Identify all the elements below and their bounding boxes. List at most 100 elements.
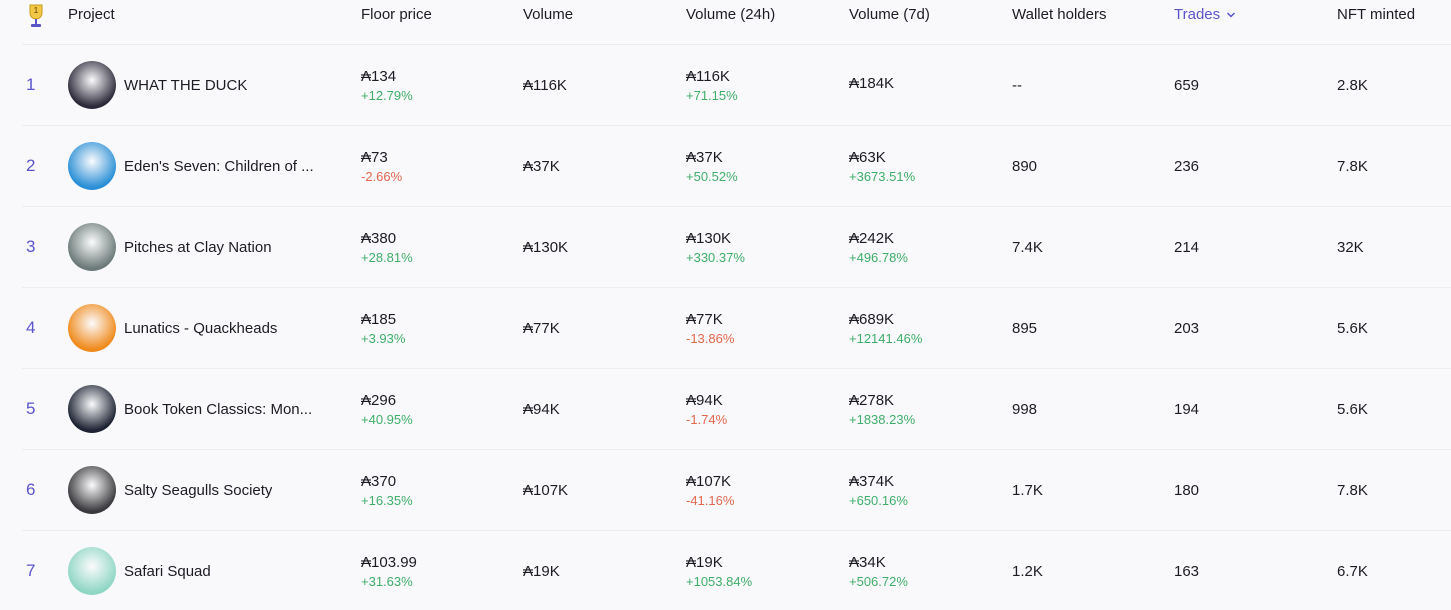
volume-24h-cell: ₳107K -41.16% bbox=[686, 450, 826, 530]
floor-price-cell: ₳73 -2.66% bbox=[361, 126, 501, 206]
header-wallet-holders-label: Wallet holders bbox=[1012, 6, 1107, 23]
nft-rankings-table: 1 Project Floor price Volume Volume (24h… bbox=[0, 0, 1451, 610]
project-name[interactable]: Book Token Classics: Mon... bbox=[124, 401, 312, 418]
project-avatar bbox=[68, 466, 116, 514]
volume-24h-value: ₳107K bbox=[686, 472, 732, 490]
volume-7d-change: +1838.23% bbox=[849, 411, 916, 427]
table-row[interactable]: 3 Pitches at Clay Nation ₳380 +28.81% ₳1… bbox=[22, 206, 1451, 287]
volume-24h-value: ₳116K bbox=[686, 67, 730, 85]
volume-value: ₳94K bbox=[523, 400, 560, 418]
floor-price-change: +31.63% bbox=[361, 573, 413, 589]
volume-value: ₳77K bbox=[523, 319, 560, 337]
volume-7d-change: +3673.51% bbox=[849, 168, 916, 184]
table-row[interactable]: 6 Salty Seagulls Society ₳370 +16.35% ₳1… bbox=[22, 449, 1451, 530]
volume-7d-value: ₳374K bbox=[849, 472, 895, 490]
volume-24h-cell: ₳130K +330.37% bbox=[686, 207, 826, 287]
project-name[interactable]: Salty Seagulls Society bbox=[124, 482, 272, 499]
nft-minted-value: 5.6K bbox=[1337, 400, 1368, 418]
floor-price-cell: ₳296 +40.95% bbox=[361, 369, 501, 449]
wallet-holders-value: 7.4K bbox=[1012, 238, 1043, 256]
project-cell[interactable]: WHAT THE DUCK bbox=[68, 45, 338, 125]
project-cell[interactable]: Lunatics - Quackheads bbox=[68, 288, 338, 368]
project-name[interactable]: Pitches at Clay Nation bbox=[124, 239, 272, 256]
floor-price-change: -2.66% bbox=[361, 168, 403, 184]
volume-7d-change: +650.16% bbox=[849, 492, 908, 508]
header-project[interactable]: Project bbox=[68, 6, 338, 23]
volume-24h-cell: ₳116K +71.15% bbox=[686, 45, 826, 125]
volume-24h-cell: ₳37K +50.52% bbox=[686, 126, 826, 206]
trophy-icon: 1 bbox=[29, 4, 43, 27]
floor-price-cell: ₳370 +16.35% bbox=[361, 450, 501, 530]
rank-number: 6 bbox=[26, 480, 36, 499]
volume-24h-change: -13.86% bbox=[686, 330, 735, 346]
header-volume-7d[interactable]: Volume (7d) bbox=[849, 6, 989, 23]
table-row[interactable]: 4 Lunatics - Quackheads ₳185 +3.93% ₳77K… bbox=[22, 287, 1451, 368]
project-name[interactable]: Eden's Seven: Children of ... bbox=[124, 158, 314, 175]
project-cell[interactable]: Book Token Classics: Mon... bbox=[68, 369, 338, 449]
project-cell[interactable]: Salty Seagulls Society bbox=[68, 450, 338, 530]
volume-7d-value: ₳63K bbox=[849, 148, 886, 166]
volume-7d-cell: ₳34K +506.72% bbox=[849, 531, 989, 610]
project-name[interactable]: Lunatics - Quackheads bbox=[124, 320, 277, 337]
header-project-label: Project bbox=[68, 6, 115, 23]
header-wallet-holders[interactable]: Wallet holders bbox=[1012, 6, 1152, 23]
rank-number: 7 bbox=[26, 561, 36, 580]
volume-7d-cell: ₳242K +496.78% bbox=[849, 207, 989, 287]
volume-24h-cell: ₳77K -13.86% bbox=[686, 288, 826, 368]
table-row[interactable]: 7 Safari Squad ₳103.99 +31.63% ₳19K ₳19K… bbox=[22, 530, 1451, 610]
volume-7d-value: ₳184K bbox=[849, 75, 895, 92]
volume-7d-change: +12141.46% bbox=[849, 330, 923, 346]
volume-7d-cell: ₳374K +650.16% bbox=[849, 450, 989, 530]
volume-7d-change: +506.72% bbox=[849, 573, 908, 589]
project-cell[interactable]: Safari Squad bbox=[68, 531, 338, 610]
header-floor-price[interactable]: Floor price bbox=[361, 6, 501, 23]
floor-price-change: +28.81% bbox=[361, 249, 413, 265]
floor-price-value: ₳73 bbox=[361, 148, 388, 166]
volume-value: ₳19K bbox=[523, 562, 560, 580]
floor-price-value: ₳370 bbox=[361, 472, 397, 490]
wallet-holders-value: 1.7K bbox=[1012, 481, 1043, 499]
project-name[interactable]: Safari Squad bbox=[124, 563, 211, 580]
floor-price-cell: ₳103.99 +31.63% bbox=[361, 531, 501, 610]
volume-value: ₳130K bbox=[523, 238, 569, 256]
volume-24h-value: ₳130K bbox=[686, 229, 732, 247]
floor-price-value: ₳134 bbox=[361, 67, 397, 85]
trades-value: 180 bbox=[1174, 481, 1200, 499]
chevron-down-icon bbox=[1227, 11, 1236, 18]
header-floor-price-label: Floor price bbox=[361, 6, 432, 23]
table-row[interactable]: 5 Book Token Classics: Mon... ₳296 +40.9… bbox=[22, 368, 1451, 449]
volume-7d-cell: ₳278K +1838.23% bbox=[849, 369, 989, 449]
volume-value: ₳37K bbox=[523, 157, 560, 175]
volume-24h-cell: ₳19K +1053.84% bbox=[686, 531, 826, 610]
volume-24h-value: ₳94K bbox=[686, 391, 723, 409]
floor-price-value: ₳380 bbox=[361, 229, 397, 247]
project-avatar bbox=[68, 223, 116, 271]
floor-price-change: +40.95% bbox=[361, 411, 413, 427]
header-trades[interactable]: Trades bbox=[1174, 6, 1314, 23]
floor-price-cell: ₳380 +28.81% bbox=[361, 207, 501, 287]
project-name[interactable]: WHAT THE DUCK bbox=[124, 77, 247, 94]
project-cell[interactable]: Eden's Seven: Children of ... bbox=[68, 126, 338, 206]
project-avatar bbox=[68, 304, 116, 352]
volume-7d-cell: ₳184K bbox=[849, 45, 989, 125]
header-nft-minted[interactable]: NFT minted bbox=[1337, 6, 1447, 23]
volume-24h-cell: ₳94K -1.74% bbox=[686, 369, 826, 449]
volume-24h-change: -1.74% bbox=[686, 411, 728, 427]
nft-minted-value: 2.8K bbox=[1337, 76, 1368, 94]
volume-value: ₳116K bbox=[523, 76, 567, 94]
volume-7d-cell: ₳63K +3673.51% bbox=[849, 126, 989, 206]
table-row[interactable]: 2 Eden's Seven: Children of ... ₳73 -2.6… bbox=[22, 125, 1451, 206]
header-volume-24h[interactable]: Volume (24h) bbox=[686, 6, 826, 23]
volume-7d-value: ₳689K bbox=[849, 310, 895, 328]
wallet-holders-value: 895 bbox=[1012, 319, 1038, 337]
project-cell[interactable]: Pitches at Clay Nation bbox=[68, 207, 338, 287]
nft-minted-value: 6.7K bbox=[1337, 562, 1368, 580]
table-row[interactable]: 1 WHAT THE DUCK ₳134 +12.79% ₳116K ₳116K… bbox=[22, 44, 1451, 125]
header-volume[interactable]: Volume bbox=[523, 6, 663, 23]
floor-price-value: ₳185 bbox=[361, 310, 397, 328]
volume-7d-value: ₳278K bbox=[849, 391, 895, 409]
volume-7d-value: ₳242K bbox=[849, 229, 895, 247]
header-nft-minted-label: NFT minted bbox=[1337, 6, 1416, 23]
header-volume-7d-label: Volume (7d) bbox=[849, 6, 930, 23]
trophy-badge: 1 bbox=[34, 6, 39, 15]
